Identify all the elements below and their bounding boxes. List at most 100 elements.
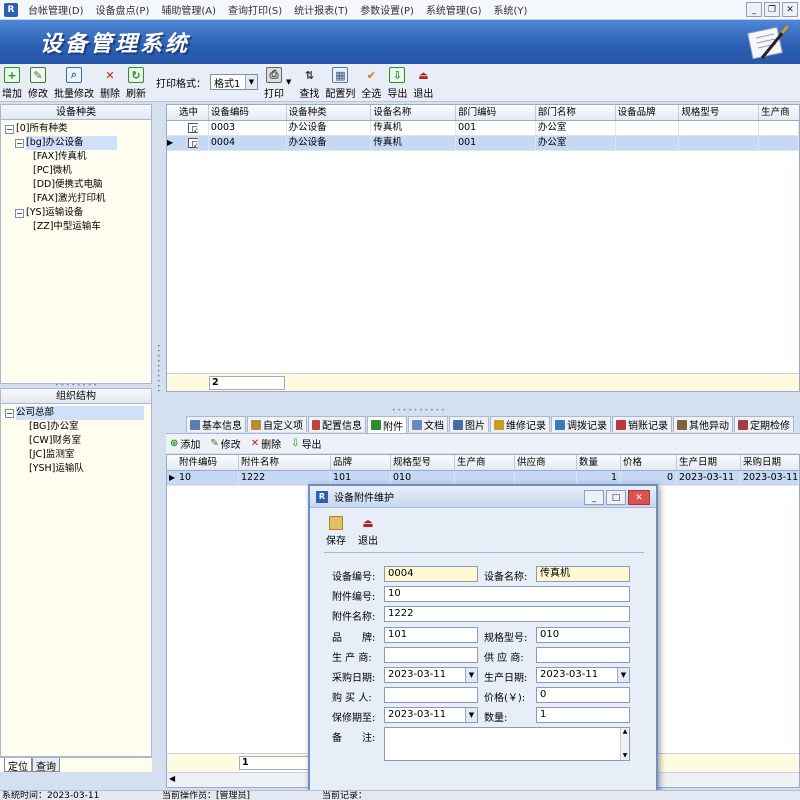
menu-auxiliary[interactable]: 辅助管理(A) bbox=[155, 2, 222, 17]
col-attach-name[interactable]: 附件名称 bbox=[239, 455, 331, 470]
close-icon[interactable]: ✕ bbox=[628, 490, 650, 505]
tree-node-truck[interactable]: [ZZ]中型运输车 bbox=[5, 220, 147, 234]
tab-periodic-inspection[interactable]: 定期检修 bbox=[734, 416, 794, 432]
tab-query[interactable]: 查询 bbox=[32, 758, 60, 773]
warranty-date-picker[interactable]: 2023-03-11 ▼ bbox=[384, 707, 478, 723]
note-textarea[interactable] bbox=[384, 727, 630, 761]
menu-system[interactable]: 系统(Y) bbox=[488, 2, 534, 17]
tab-repair-records[interactable]: 维修记录 bbox=[490, 416, 550, 432]
add-button[interactable]: + 增加 bbox=[2, 64, 22, 100]
qty-field[interactable]: 1 bbox=[536, 707, 630, 723]
col-dept-name[interactable]: 部门名称 bbox=[536, 105, 616, 120]
menu-reports[interactable]: 统计报表(T) bbox=[288, 2, 354, 17]
col-maker[interactable]: 生产商 bbox=[455, 455, 515, 470]
device-code-field[interactable]: 0004 bbox=[384, 566, 478, 582]
collapse-icon[interactable]: − bbox=[5, 408, 14, 418]
org-node-office[interactable]: [BG]办公室 bbox=[5, 420, 147, 434]
tree-node-office[interactable]: − [bg]办公设备 bbox=[5, 136, 147, 150]
vertical-splitter[interactable]: • • • • • • • • • • bbox=[154, 104, 164, 790]
print-button[interactable]: ⎙ 打印 bbox=[264, 64, 284, 100]
dialog-exit-button[interactable]: ⏏ 退出 bbox=[358, 516, 378, 547]
menu-inventory[interactable]: 设备盘点(P) bbox=[90, 2, 156, 17]
tab-config-info[interactable]: 配置信息 bbox=[308, 416, 366, 432]
org-node-hq[interactable]: − 公司总部 bbox=[5, 406, 147, 420]
tab-images[interactable]: 图片 bbox=[449, 416, 489, 432]
col-model[interactable]: 规格型号 bbox=[391, 455, 455, 470]
table-row[interactable]: ▶☑ 0004 办公设备 传真机 001 办公室 bbox=[167, 136, 799, 151]
buyer-field[interactable] bbox=[384, 687, 478, 703]
attach-code-field[interactable]: 10 bbox=[384, 586, 630, 602]
menu-ledger[interactable]: 台帐管理(D) bbox=[22, 2, 90, 17]
note-scrollbar[interactable]: ▲ ▼ bbox=[620, 728, 629, 760]
detail-edit-button[interactable]: ✎ 修改 bbox=[210, 436, 240, 451]
menu-query-print[interactable]: 查询打印(S) bbox=[222, 2, 288, 17]
tree-node-fax[interactable]: [FAX]传真机 bbox=[5, 150, 147, 164]
col-maker[interactable]: 生产商 bbox=[759, 105, 799, 120]
org-node-transport-team[interactable]: [YSH]运输队 bbox=[5, 462, 147, 476]
col-prod-date[interactable]: 生产日期 bbox=[677, 455, 741, 470]
maximize-icon[interactable]: □ bbox=[606, 490, 626, 505]
tree-node-laptop[interactable]: [DD]便携式电脑 bbox=[5, 178, 147, 192]
print-dropdown[interactable]: ▼ bbox=[286, 64, 291, 86]
horizontal-splitter[interactable]: • • • • • • • • • • bbox=[166, 393, 800, 414]
tab-basic-info[interactable]: 基本信息 bbox=[186, 416, 246, 432]
tab-locate[interactable]: 定位 bbox=[4, 758, 32, 773]
tab-writeoff-records[interactable]: 销账记录 bbox=[612, 416, 672, 432]
menu-parameters[interactable]: 参数设置(P) bbox=[354, 2, 420, 17]
dialog-title-bar[interactable]: R 设备附件维护 _ □ ✕ bbox=[310, 486, 656, 508]
restore-icon[interactable]: ❐ bbox=[764, 2, 780, 17]
org-node-monitoring[interactable]: [JC]监测室 bbox=[5, 448, 147, 462]
device-name-field[interactable]: 传真机 bbox=[536, 566, 630, 582]
table-row[interactable]: ☑ 0003 办公设备 传真机 001 办公室 bbox=[167, 121, 799, 136]
menu-system-admin[interactable]: 系统管理(G) bbox=[420, 2, 488, 17]
minimize-icon[interactable]: _ bbox=[584, 490, 604, 505]
col-brand[interactable]: 品牌 bbox=[331, 455, 391, 470]
org-node-finance[interactable]: [CW]财务室 bbox=[5, 434, 147, 448]
detail-add-button[interactable]: ⊕ 添加 bbox=[170, 436, 200, 451]
select-all-button[interactable]: ✔ 全选 bbox=[361, 64, 381, 101]
exit-button[interactable]: ⏏ 退出 bbox=[413, 64, 433, 101]
collapse-icon[interactable]: − bbox=[15, 138, 24, 148]
tab-other-changes[interactable]: 其他异动 bbox=[673, 416, 733, 432]
tab-documents[interactable]: 文档 bbox=[408, 416, 448, 432]
collapse-icon[interactable]: − bbox=[15, 208, 24, 218]
edit-button[interactable]: ✎ 修改 bbox=[28, 64, 48, 100]
col-attach-code[interactable]: 附件编码 bbox=[167, 455, 239, 470]
maker-field[interactable] bbox=[384, 647, 478, 663]
buy-date-picker[interactable]: 2023-03-11 ▼ bbox=[384, 667, 478, 683]
row-checkbox[interactable]: ☑ bbox=[188, 123, 199, 133]
tree-node-transport[interactable]: − [YS]运输设备 bbox=[5, 206, 147, 220]
col-device-name[interactable]: 设备名称 bbox=[371, 105, 457, 120]
dialog-save-button[interactable]: 保存 bbox=[326, 516, 346, 547]
col-supplier[interactable]: 供应商 bbox=[515, 455, 577, 470]
tab-attachments[interactable]: 附件 bbox=[367, 416, 407, 433]
tab-transfer-records[interactable]: 调拨记录 bbox=[551, 416, 611, 432]
col-brand[interactable]: 设备品牌 bbox=[616, 105, 680, 120]
col-category[interactable]: 设备种类 bbox=[287, 105, 372, 120]
col-dept-code[interactable]: 部门编码 bbox=[456, 105, 536, 120]
find-button[interactable]: ⇅ 查找 bbox=[299, 64, 319, 101]
tree-node-laser-printer[interactable]: [FAX]激光打印机 bbox=[5, 192, 147, 206]
supplier-field[interactable] bbox=[536, 647, 630, 663]
print-format-select[interactable]: 格式1 ▼ bbox=[210, 74, 258, 90]
tree-node-all[interactable]: − [0]所有种类 bbox=[5, 122, 147, 136]
collapse-icon[interactable]: − bbox=[5, 124, 14, 134]
detail-export-button[interactable]: ⇩ 导出 bbox=[291, 436, 321, 451]
col-device-code[interactable]: 设备编码 bbox=[209, 105, 287, 120]
model-field[interactable]: 010 bbox=[536, 627, 630, 643]
brand-field[interactable]: 101 bbox=[384, 627, 478, 643]
delete-button[interactable]: ✕ 删除 bbox=[100, 64, 120, 101]
config-columns-button[interactable]: ▦ 配置列 bbox=[325, 64, 355, 100]
refresh-button[interactable]: ↻ 刷新 bbox=[126, 64, 146, 100]
price-field[interactable]: 0 bbox=[536, 687, 630, 703]
col-price[interactable]: 价格 bbox=[621, 455, 677, 470]
tab-custom-items[interactable]: 自定义项 bbox=[247, 416, 307, 432]
row-checkbox[interactable]: ☑ bbox=[188, 138, 199, 148]
col-buy-date[interactable]: 采购日期 bbox=[741, 455, 799, 470]
detail-delete-button[interactable]: ✕ 删除 bbox=[251, 436, 281, 451]
scroll-left-icon[interactable]: ◀ bbox=[169, 774, 175, 783]
tree-node-pc[interactable]: [PC]微机 bbox=[5, 164, 147, 178]
attach-name-field[interactable]: 1222 bbox=[384, 606, 630, 622]
col-selected[interactable]: 选中 bbox=[167, 105, 209, 120]
batch-edit-button[interactable]: ⌕ 批量修改 bbox=[54, 64, 94, 100]
